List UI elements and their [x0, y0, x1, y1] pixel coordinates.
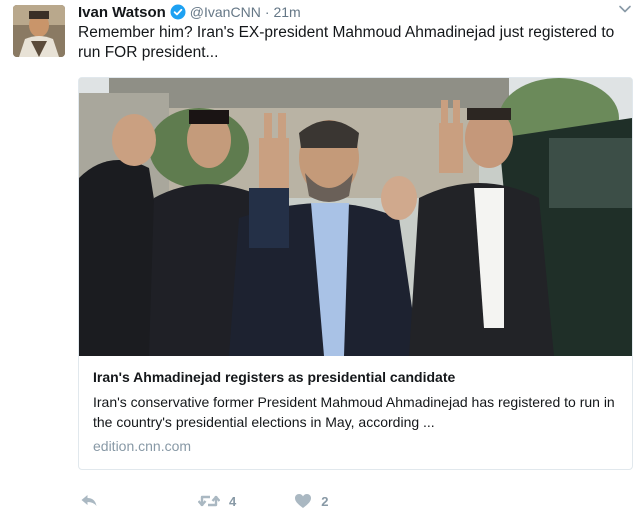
author-handle[interactable]: @IvanCNN: [190, 4, 261, 20]
tweet-header: Ivan Watson @IvanCNN · 21m: [78, 2, 301, 22]
card-title[interactable]: Iran's Ahmadinejad registers as presiden…: [93, 368, 621, 386]
retweet-count: 4: [229, 493, 237, 509]
link-card[interactable]: Iran's Ahmadinejad registers as presiden…: [78, 77, 633, 470]
separator-dot: ·: [264, 4, 270, 20]
retweet-icon: [198, 495, 220, 507]
chevron-down-icon[interactable]: [618, 2, 632, 16]
card-domain: edition.cnn.com: [93, 438, 192, 454]
card-body: Iran's Ahmadinejad registers as presiden…: [93, 368, 621, 456]
tweet-timestamp[interactable]: 21m: [273, 4, 300, 20]
like-button[interactable]: 2: [294, 493, 328, 509]
reply-icon: [81, 495, 97, 506]
heart-icon: [295, 494, 312, 508]
card-image[interactable]: [79, 78, 632, 356]
verified-badge-icon: [170, 4, 186, 20]
tweet-actions: 4 2: [80, 490, 386, 512]
author-name[interactable]: Ivan Watson: [78, 4, 166, 21]
tweet-text: Remember him? Iran's EX-president Mahmou…: [78, 24, 615, 61]
retweet-button[interactable]: 4: [198, 493, 236, 509]
card-description: Iran's conservative former President Mah…: [93, 394, 615, 430]
avatar[interactable]: [13, 5, 65, 57]
like-count: 2: [321, 493, 329, 509]
reply-button[interactable]: [80, 493, 98, 509]
